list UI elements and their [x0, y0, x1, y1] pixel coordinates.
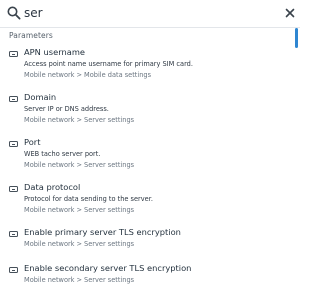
scrollbar-track[interactable]: [294, 28, 300, 290]
result-title: Enable primary server TLS encryption: [24, 227, 181, 237]
scrollbar-thumb[interactable]: [295, 28, 298, 48]
parameter-icon: [9, 186, 18, 192]
breadcrumb-child: Server settings: [84, 206, 135, 214]
result-title: Enable secondary server TLS encryption: [24, 263, 192, 273]
breadcrumb-parent: Mobile network: [24, 240, 75, 248]
breadcrumb-separator: >: [76, 116, 83, 124]
result-description: Access point name username for primary S…: [24, 60, 193, 68]
parameter-icon: [9, 96, 18, 102]
section-header: Parameters: [9, 31, 53, 40]
result-description: Protocol for data sending to the server.: [24, 195, 153, 203]
breadcrumb-separator: >: [76, 240, 83, 248]
breadcrumb-separator: >: [76, 206, 83, 214]
result-breadcrumb: Mobile network > Mobile data settings: [24, 71, 151, 79]
parameter-icon: [9, 267, 18, 273]
result-item[interactable]: Enable secondary server TLS encryption M…: [0, 260, 292, 290]
result-breadcrumb: Mobile network > Server settings: [24, 116, 134, 124]
result-description: WEB tacho server port.: [24, 150, 101, 158]
result-title: Data protocol: [24, 182, 81, 192]
breadcrumb-parent: Mobile network: [24, 71, 75, 79]
breadcrumb-parent: Mobile network: [24, 276, 75, 284]
parameter-icon: [9, 141, 18, 147]
result-item[interactable]: Data protocol Protocol for data sending …: [0, 179, 292, 224]
parameter-icon: [9, 51, 18, 57]
breadcrumb-child: Server settings: [84, 276, 135, 284]
search-icon: [7, 6, 21, 20]
result-breadcrumb: Mobile network > Server settings: [24, 240, 134, 248]
parameter-icon: [9, 231, 18, 237]
breadcrumb-child: Server settings: [84, 161, 135, 169]
result-item[interactable]: Port WEB tacho server port. Mobile netwo…: [0, 134, 292, 179]
result-title: Port: [24, 137, 41, 147]
breadcrumb-parent: Mobile network: [24, 161, 75, 169]
result-title: APN username: [24, 47, 86, 57]
breadcrumb-parent: Mobile network: [24, 116, 75, 124]
breadcrumb-separator: >: [76, 161, 83, 169]
breadcrumb-separator: >: [76, 276, 83, 284]
breadcrumb-parent: Mobile network: [24, 206, 75, 214]
search-input[interactable]: [24, 4, 264, 22]
results-list: APN username Access point name username …: [0, 44, 292, 290]
result-item[interactable]: APN username Access point name username …: [0, 44, 292, 89]
close-icon[interactable]: [283, 6, 297, 20]
breadcrumb-child: Server settings: [84, 116, 135, 124]
breadcrumb-child: Server settings: [84, 240, 135, 248]
search-bar: [0, 0, 300, 28]
result-breadcrumb: Mobile network > Server settings: [24, 276, 134, 284]
result-description: Server IP or DNS address.: [24, 105, 109, 113]
result-title: Domain: [24, 92, 57, 102]
result-breadcrumb: Mobile network > Server settings: [24, 206, 134, 214]
breadcrumb-child: Mobile data settings: [84, 71, 152, 79]
result-item[interactable]: Domain Server IP or DNS address. Mobile …: [0, 89, 292, 134]
result-breadcrumb: Mobile network > Server settings: [24, 161, 134, 169]
search-panel: Parameters APN username Access point nam…: [0, 0, 300, 290]
result-item[interactable]: Enable primary server TLS encryption Mob…: [0, 224, 292, 260]
breadcrumb-separator: >: [76, 71, 83, 79]
